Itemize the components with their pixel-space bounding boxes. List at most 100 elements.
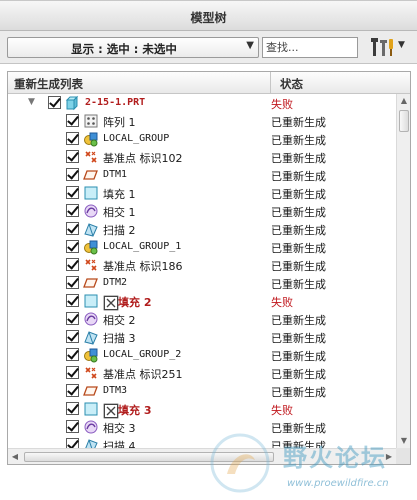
wildfire-logo-icon [210,433,270,493]
feature-status: 已重新生成 [271,278,326,291]
search-input[interactable] [262,37,358,58]
checkbox[interactable] [66,258,79,271]
display-filter-dropdown[interactable]: 显示 : 选中 : 未选中 ▼ [7,37,259,58]
datum-plane-icon [83,278,98,288]
checkbox[interactable] [66,348,79,361]
sweep-icon [85,439,98,448]
feature-label: LOCAL_GROUP_1 [103,241,182,252]
failed-marker-icon [103,295,119,311]
feature-label: 扫描 3 [103,332,136,345]
checkbox[interactable] [66,276,79,289]
tree-row[interactable]: 基准点 标识186 已重新生成 [8,256,396,274]
checkbox[interactable] [66,168,79,181]
tree-row[interactable]: LOCAL_GROUP_2 已重新生成 [8,346,396,364]
failed-marker-icon [103,403,119,419]
tree-row[interactable]: 填充 1 已重新生成 [8,184,396,202]
tree-row[interactable]: 扫描 2 已重新生成 [8,220,396,238]
tree-row[interactable]: DTM1 已重新生成 [8,166,396,184]
column-header-status[interactable]: 状态 [280,76,303,92]
scroll-left-icon[interactable]: ◀ [8,449,22,464]
checkbox[interactable] [66,114,79,127]
feature-label: LOCAL_GROUP_2 [103,349,182,360]
feature-label: 填充 1 [103,188,136,201]
tree-row[interactable]: DTM2 已重新生成 [8,274,396,292]
checkbox[interactable] [66,150,79,163]
feature-status: 已重新生成 [271,332,326,345]
feature-label: 填充 2 [118,296,152,309]
fill-icon [84,294,98,308]
checkbox[interactable] [66,240,79,253]
tree-row[interactable]: DTM3 已重新生成 [8,382,396,400]
checkbox[interactable] [66,186,79,199]
tree-row[interactable]: LOCAL_GROUP 已重新生成 [8,130,396,148]
checkbox[interactable] [66,366,79,379]
checkbox[interactable] [66,222,79,235]
expand-triangle-icon[interactable]: ▼ [28,97,35,107]
feature-status: 已重新生成 [271,386,326,399]
tree-row-root[interactable]: ▼ 2-15-1.PRT 失败 [8,94,396,112]
datum-point-icon [85,367,97,379]
tree-row[interactable]: 扫描 3 已重新生成 [8,328,396,346]
tree-row[interactable]: 填充 2 失败 [8,292,396,311]
tree-row[interactable]: 相交 2 已重新生成 [8,310,396,328]
checkbox[interactable] [66,402,79,415]
checkbox[interactable] [48,96,61,109]
column-header-name[interactable]: 重新生成列表 [14,76,83,92]
checkbox[interactable] [66,420,79,433]
feature-label: 填充 3 [118,404,152,417]
checkbox[interactable] [66,204,79,217]
feature-status: 已重新生成 [271,224,326,237]
column-header: 重新生成列表 状态 [8,72,410,94]
local-group-icon [84,240,98,255]
feature-label: 相交 1 [103,206,136,219]
feature-status: 已重新生成 [271,368,326,381]
intersect-icon [84,204,98,218]
checkbox[interactable] [66,312,79,325]
datum-point-icon [85,151,97,163]
column-divider[interactable] [270,72,271,94]
tree-row[interactable]: LOCAL_GROUP_1 已重新生成 [8,238,396,256]
feature-label: 扫描 2 [103,224,136,237]
feature-status: 已重新生成 [271,116,326,129]
feature-status: 失败 [271,296,293,309]
scroll-up-icon[interactable]: ▲ [397,94,410,108]
datum-point-icon [85,259,97,271]
vertical-scrollbar[interactable]: ▲ ▼ [396,94,410,448]
title-bar: 模型树 [0,0,417,31]
feature-status: 失败 [271,404,293,417]
settings-button[interactable]: ▼ [370,36,408,58]
model-tree-panel: 重新生成列表 状态 ▼ 2-15-1.PRT 失败 阵列 1 已重新生成 LOCAL… [7,71,411,465]
feature-label: DTM3 [103,385,128,396]
display-filter-value: 显示 : 选中 : 未选中 [71,42,177,56]
feature-label: 相交 3 [103,422,136,435]
toolbar: 显示 : 选中 : 未选中 ▼ ▼ [0,31,417,64]
checkbox[interactable] [66,294,79,307]
tree-row[interactable]: 相交 1 已重新生成 [8,202,396,220]
checkbox[interactable] [66,330,79,343]
feature-label: DTM1 [103,169,128,180]
feature-status: 已重新生成 [271,260,326,273]
tree-row[interactable]: 基准点 标识251 已重新生成 [8,364,396,382]
feature-status: 已重新生成 [271,206,326,219]
intersect-icon [84,312,98,326]
fill-icon [84,186,98,200]
tree-row[interactable]: 基准点 标识102 已重新生成 [8,148,396,166]
feature-label: DTM2 [103,277,128,288]
intersect-icon [84,420,98,434]
tree-row[interactable]: 填充 3 失败 [8,400,396,419]
vertical-scroll-thumb[interactable] [399,110,409,132]
datum-plane-icon [83,170,98,180]
tree-row[interactable]: 阵列 1 已重新生成 [8,112,396,130]
checkbox[interactable] [66,438,79,448]
feature-label: 阵列 1 [103,116,136,129]
feature-label: 基准点 标识102 [103,152,183,165]
local-group-icon [84,132,98,147]
feature-label: 基准点 标识186 [103,260,183,273]
checkbox[interactable] [66,132,79,145]
feature-label: LOCAL_GROUP [103,133,170,144]
checkbox[interactable] [66,384,79,397]
sweep-icon [84,331,98,345]
chevron-down-icon: ▼ [398,40,405,50]
tree-rows: ▼ 2-15-1.PRT 失败 阵列 1 已重新生成 LOCAL_GROUP 已重新生… [8,94,396,448]
local-group-icon [84,348,98,363]
